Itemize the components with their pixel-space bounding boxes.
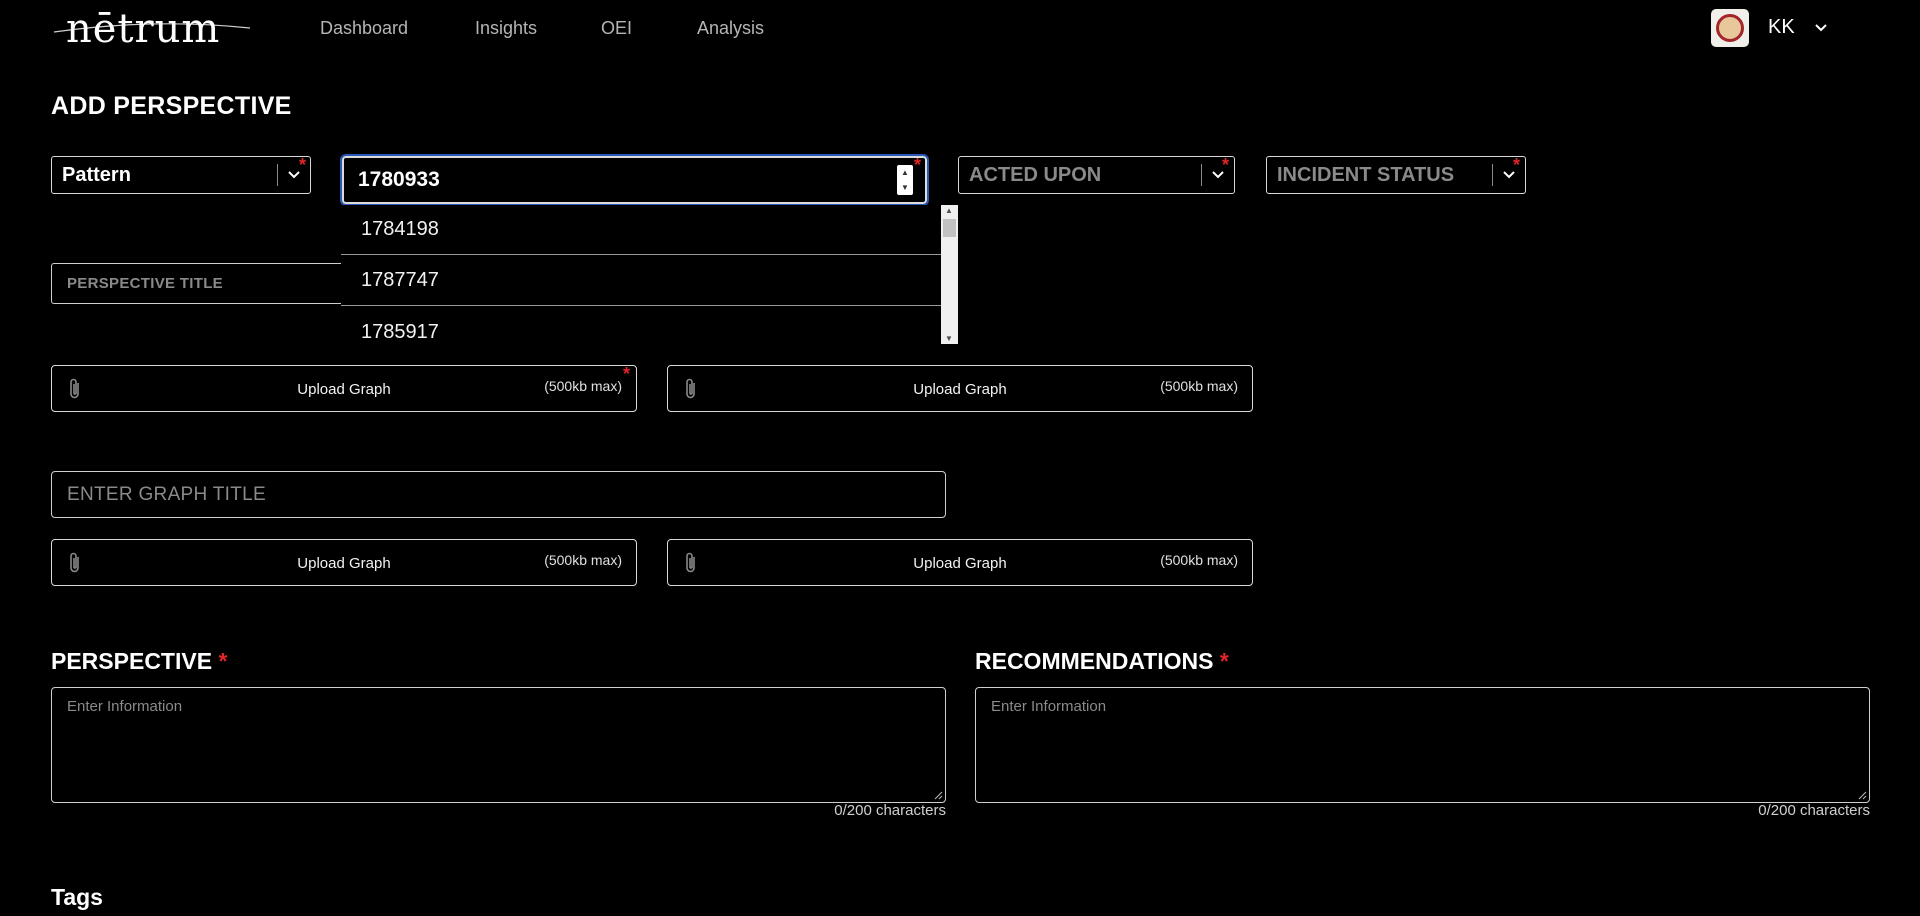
resize-handle-icon[interactable]: [933, 790, 943, 800]
required-star: *: [1513, 155, 1521, 175]
page-title: ADD PERSPECTIVE: [51, 92, 292, 120]
perspective-heading: PERSPECTIVE *: [51, 648, 228, 674]
required-star: *: [1219, 648, 1229, 674]
upload-size-limit: (500kb max): [1160, 552, 1238, 568]
nav-dashboard[interactable]: Dashboard: [320, 18, 408, 39]
recommendations-placeholder: Enter Information: [991, 698, 1107, 715]
stepper-down-icon[interactable]: ▼: [901, 183, 909, 192]
netrum-logo[interactable]: nētrum: [66, 6, 220, 52]
number-stepper[interactable]: ▲ ▼: [897, 165, 913, 195]
stepper-up-icon[interactable]: ▲: [901, 168, 909, 177]
emblem-icon: [1716, 14, 1744, 42]
scrollbar-thumb[interactable]: [943, 219, 956, 237]
recommendations-char-counter: 0/200 characters: [1758, 802, 1870, 819]
type-select[interactable]: Pattern: [51, 156, 311, 194]
required-star: *: [218, 648, 228, 674]
chevron-down-icon[interactable]: [1202, 168, 1234, 182]
incident-id-value: 1780933: [358, 168, 440, 191]
incident-status-select[interactable]: INCIDENT STATUS: [1266, 156, 1526, 194]
scroll-down-icon[interactable]: ▼: [945, 334, 953, 343]
upload-graph-1[interactable]: Upload Graph (500kb max): [51, 365, 637, 412]
nav-analysis[interactable]: Analysis: [697, 18, 764, 39]
graph-title-input[interactable]: ENTER GRAPH TITLE: [51, 471, 946, 518]
acted-upon-select[interactable]: ACTED UPON: [958, 156, 1235, 194]
upload-graph-3[interactable]: Upload Graph (500kb max): [51, 539, 637, 586]
upload-size-limit: (500kb max): [544, 378, 622, 394]
required-star: *: [1222, 155, 1230, 175]
required-star: *: [299, 155, 307, 175]
upload-size-limit: (500kb max): [1160, 378, 1238, 394]
acted-upon-placeholder: ACTED UPON: [969, 163, 1102, 186]
recommendations-textarea[interactable]: Enter Information: [975, 687, 1870, 803]
incident-status-placeholder: INCIDENT STATUS: [1277, 163, 1455, 186]
dropdown-option[interactable]: 1787747: [341, 256, 941, 306]
perspective-title-placeholder: PERSPECTIVE TITLE: [67, 275, 223, 292]
perspective-textarea[interactable]: Enter Information: [51, 687, 946, 803]
dropdown-option[interactable]: 1785917: [341, 307, 941, 357]
dropdown-scrollbar[interactable]: ▲ ▼: [941, 205, 958, 344]
avatar[interactable]: [1711, 9, 1749, 47]
chevron-down-icon[interactable]: [1813, 20, 1829, 36]
nav-insights[interactable]: Insights: [475, 18, 537, 39]
perspective-char-counter: 0/200 characters: [834, 802, 946, 819]
chevron-down-icon[interactable]: [1493, 168, 1525, 182]
resize-handle-icon[interactable]: [1857, 790, 1867, 800]
scroll-up-icon[interactable]: ▲: [945, 206, 953, 215]
recommendations-heading: RECOMMENDATIONS *: [975, 648, 1229, 674]
tags-heading: Tags: [51, 884, 103, 910]
upload-size-limit: (500kb max): [544, 552, 622, 568]
required-star: *: [623, 364, 631, 384]
upload-graph-2[interactable]: Upload Graph (500kb max): [667, 365, 1253, 412]
user-initials[interactable]: KK: [1768, 16, 1795, 39]
perspective-title-input[interactable]: PERSPECTIVE TITLE: [51, 263, 351, 304]
perspective-placeholder: Enter Information: [67, 698, 183, 715]
nav-oei[interactable]: OEI: [601, 18, 632, 39]
upload-graph-4[interactable]: Upload Graph (500kb max): [667, 539, 1253, 586]
incident-id-input[interactable]: 1780933 ▲ ▼: [342, 156, 927, 204]
graph-title-placeholder: ENTER GRAPH TITLE: [67, 483, 267, 505]
required-star: *: [914, 155, 922, 175]
type-select-value: Pattern: [62, 163, 131, 186]
dropdown-option[interactable]: 1784198: [341, 205, 941, 255]
incident-id-dropdown[interactable]: 1784198 1787747 1785917 ▲ ▼: [341, 205, 958, 344]
